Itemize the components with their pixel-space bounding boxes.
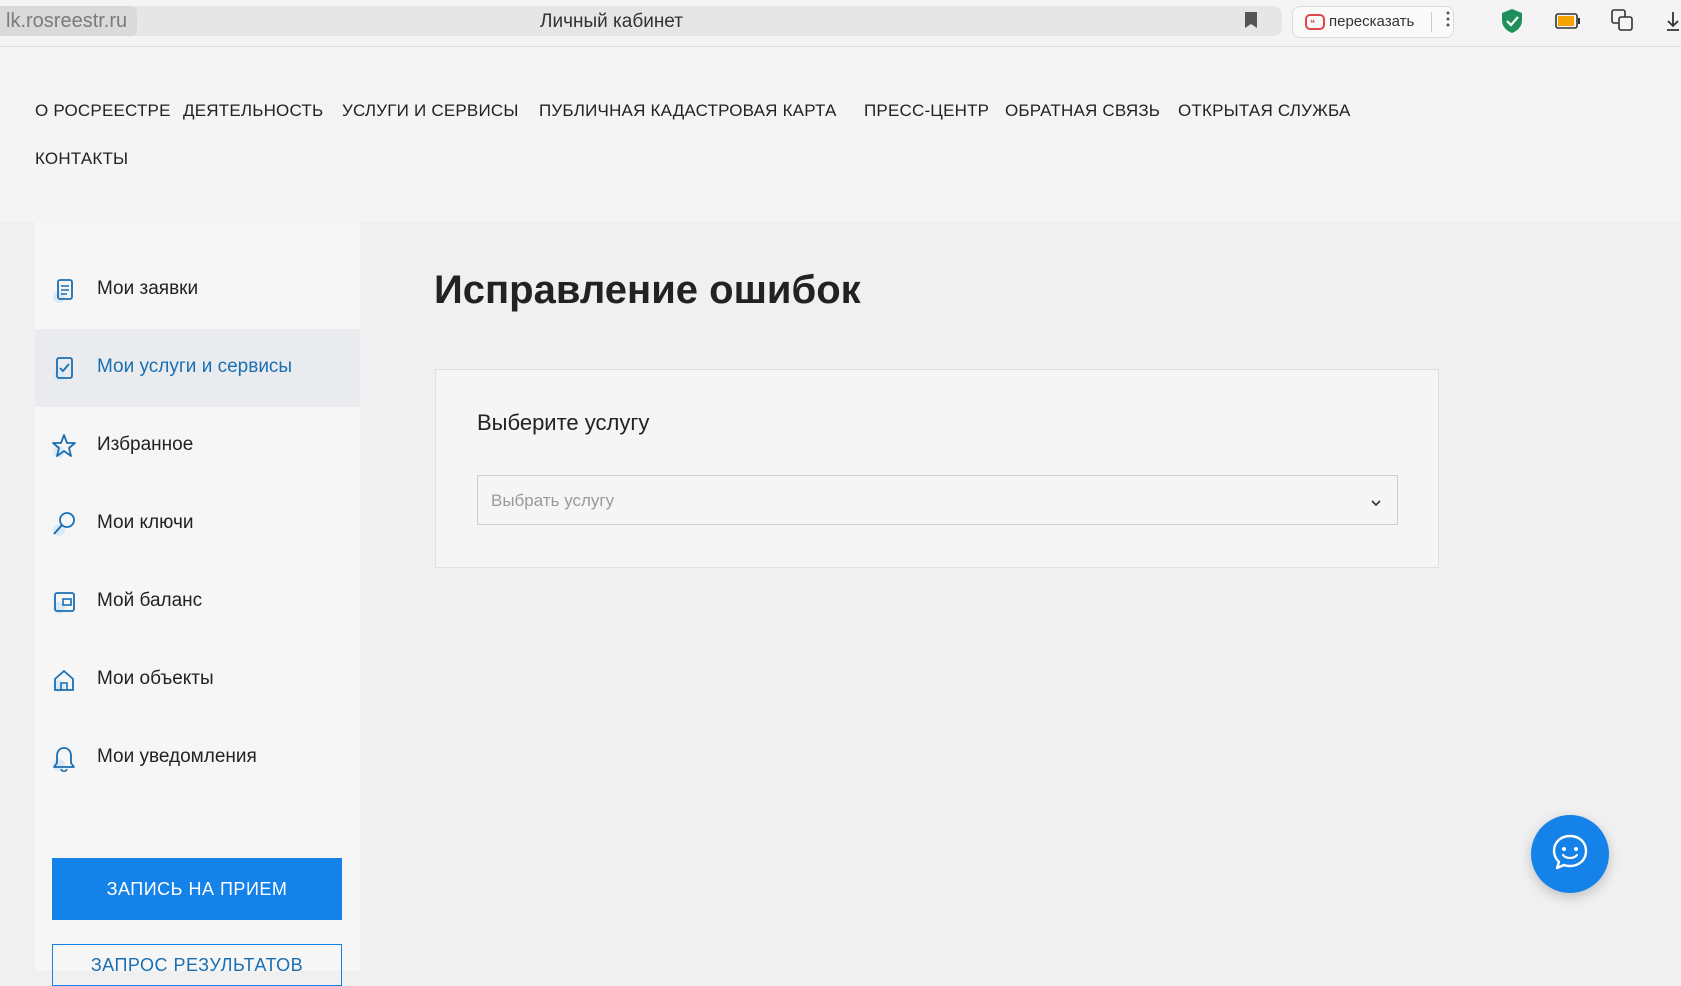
retell-label: пересказать [1329, 13, 1415, 30]
chevron-down-icon [1371, 494, 1381, 512]
sidebar-item-label: Мои объекты [97, 668, 214, 689]
sidebar-item-label: Мои услуги и сервисы [97, 356, 293, 377]
service-select[interactable]: Выбрать услугу [477, 475, 1398, 525]
page-title: Исправление ошибок [434, 268, 861, 312]
sidebar-item-favorites[interactable]: Избранное [35, 407, 360, 485]
chat-smile-icon [1550, 832, 1590, 877]
service-select-card: Выберите услугу Выбрать услугу [435, 369, 1439, 568]
sidebar-item-my-objects[interactable]: Мои объекты [35, 641, 360, 719]
sidebar-item-label: Мои заявки [97, 278, 199, 299]
sidebar-item-my-keys[interactable]: Мои ключи [35, 485, 360, 563]
bell-icon [51, 745, 77, 773]
nav-item-cadastral-map[interactable]: ПУБЛИЧНАЯ КАДАСТРОВАЯ КАРТА [539, 101, 837, 121]
bookmark-icon[interactable] [1244, 11, 1258, 34]
checklist-icon [51, 355, 77, 381]
sidebar-item-label: Избранное [97, 434, 194, 455]
sidebar-item-my-notifications[interactable]: Мои уведомления [35, 719, 360, 797]
translate-icon[interactable] [1610, 8, 1634, 37]
key-icon [51, 511, 77, 537]
nav-item-activity[interactable]: ДЕЯТЕЛЬНОСТЬ [183, 101, 323, 121]
appointment-button[interactable]: ЗАПИСЬ НА ПРИЕМ [52, 858, 342, 920]
retell-button[interactable]: ❝ пересказать [1292, 6, 1454, 38]
retell-divider [1431, 12, 1432, 32]
nav-item-about[interactable]: О РОСРЕЕСТРЕ [35, 101, 171, 121]
svg-text:❝: ❝ [1310, 19, 1315, 29]
nav-item-open-service[interactable]: ОТКРЫТАЯ СЛУЖБА [1178, 101, 1351, 121]
site-navigation: О РОСРЕЕСТРЕ ДЕЯТЕЛЬНОСТЬ УСЛУГИ И СЕРВИ… [0, 47, 1681, 222]
chat-button[interactable] [1531, 815, 1609, 893]
sidebar: Мои заявки Мои услуги и сервисы Избранно… [35, 222, 360, 986]
house-icon [51, 667, 77, 693]
browser-toolbar: lk.rosreestr.ru Личный кабинет ❝ переска… [0, 0, 1681, 47]
document-icon [51, 277, 77, 303]
kebab-menu-icon[interactable] [1446, 11, 1450, 32]
download-icon[interactable] [1666, 10, 1680, 37]
address-domain[interactable]: lk.rosreestr.ru [0, 6, 138, 36]
battery-icon[interactable] [1555, 13, 1581, 34]
sidebar-item-label: Мои уведомления [97, 746, 257, 767]
star-icon [51, 433, 77, 459]
sidebar-item-label: Мой баланс [97, 590, 203, 611]
results-request-button[interactable]: ЗАПРОС РЕЗУЛЬТАТОВ [52, 944, 342, 986]
nav-item-contacts[interactable]: КОНТАКТЫ [35, 149, 128, 169]
nav-item-press-center[interactable]: ПРЕСС-ЦЕНТР [864, 101, 989, 121]
retell-icon: ❝ [1305, 14, 1325, 37]
shield-icon[interactable] [1501, 8, 1523, 39]
sidebar-item-my-balance[interactable]: Мой баланс [35, 563, 360, 641]
sidebar-item-label: Мои ключи [97, 512, 194, 533]
card-heading: Выберите услугу [477, 410, 650, 435]
sidebar-item-my-services[interactable]: Мои услуги и сервисы [35, 329, 360, 407]
browser-page-title: Личный кабинет [540, 11, 683, 32]
nav-item-feedback[interactable]: ОБРАТНАЯ СВЯЗЬ [1005, 101, 1160, 121]
sidebar-item-my-requests[interactable]: Мои заявки [35, 251, 360, 329]
select-placeholder: Выбрать услугу [491, 491, 615, 510]
nav-item-services[interactable]: УСЛУГИ И СЕРВИСЫ [342, 101, 519, 121]
wallet-icon [51, 589, 77, 615]
